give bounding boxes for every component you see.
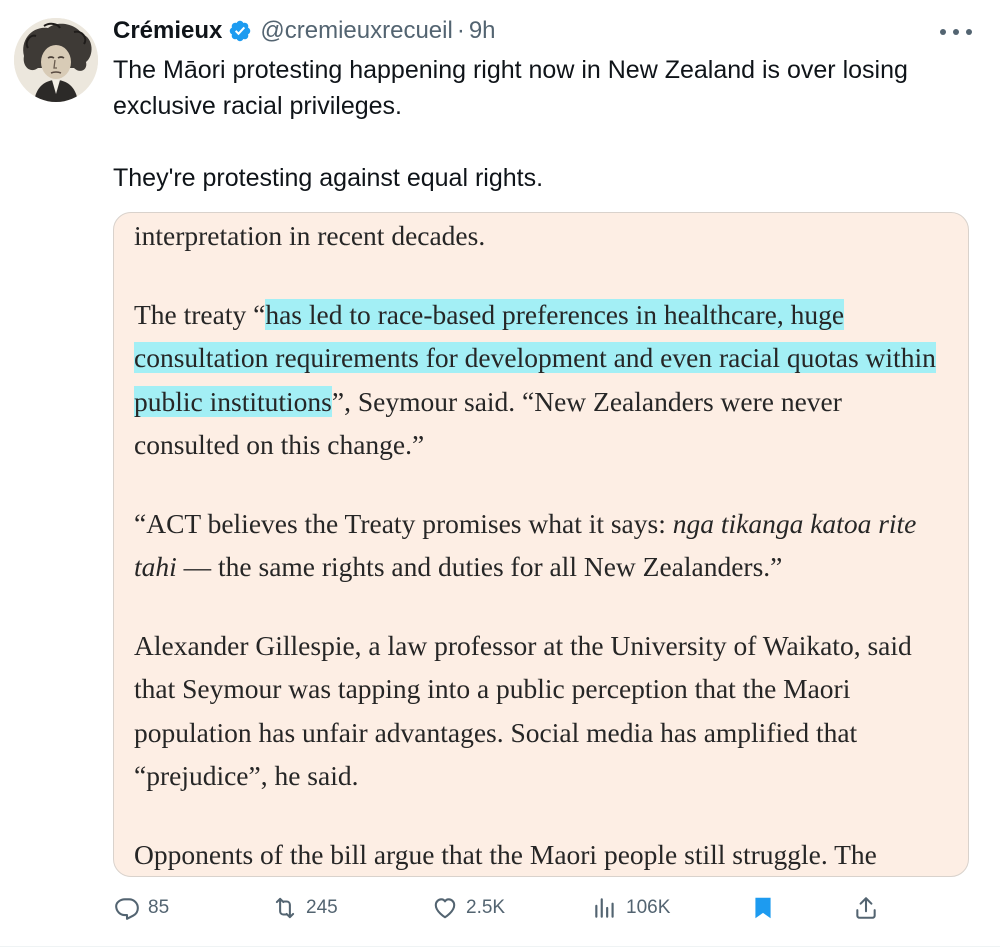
repost-count: 245 <box>306 897 338 918</box>
more-options-icon[interactable] <box>940 22 972 42</box>
like-count: 2.5K <box>466 897 506 918</box>
tweet-paragraph: The Māori protesting happening right now… <box>113 56 908 120</box>
article-paragraph: Alexander Gillespie, a law professor at … <box>134 629 912 792</box>
analytics-icon <box>595 898 614 918</box>
like-button[interactable]: 2.5K <box>432 890 505 926</box>
separator-dot: · <box>456 17 465 44</box>
reply-count: 85 <box>148 897 170 918</box>
tweet-text: The Māori protesting happening right now… <box>113 52 983 196</box>
tweet-header: Crémieux @cremieuxrecueil · 9h <box>113 13 496 49</box>
repost-icon <box>275 897 295 919</box>
views-count: 106K <box>626 897 671 918</box>
avatar[interactable] <box>14 18 98 102</box>
reply-button[interactable]: 85 <box>114 890 169 926</box>
action-bar: 85 245 2.5K 106K <box>0 890 1000 926</box>
article-paragraph: Opponents of the bill argue that the Mao… <box>134 838 877 870</box>
verified-badge-icon[interactable] <box>228 19 252 43</box>
timestamp[interactable]: 9h <box>469 17 496 45</box>
divider <box>0 946 1000 947</box>
share-button[interactable] <box>853 890 879 926</box>
bookmark-button[interactable] <box>750 890 776 926</box>
repost-button[interactable]: 245 <box>272 890 338 926</box>
share-icon <box>856 897 876 919</box>
tweet[interactable]: Crémieux @cremieuxrecueil · 9h The Māori… <box>0 0 1000 952</box>
views-button[interactable]: 106K <box>592 890 670 926</box>
article-paragraph: The treaty “has led to race-based prefer… <box>134 298 936 460</box>
tweet-paragraph: They're protesting against equal rights. <box>113 164 544 192</box>
reply-icon <box>115 898 139 920</box>
article-text: interpretation in recent decades. The tr… <box>134 213 954 876</box>
attached-image-article-excerpt[interactable]: interpretation in recent decades. The tr… <box>113 212 969 877</box>
bookmark-icon <box>755 897 771 919</box>
author-handle[interactable]: @cremieuxrecueil <box>260 17 452 45</box>
heart-icon <box>434 898 456 919</box>
article-paragraph: interpretation in recent decades. <box>134 220 486 251</box>
author-name[interactable]: Crémieux <box>113 17 222 45</box>
article-paragraph: “ACT believes the Treaty promises what i… <box>134 507 917 583</box>
avatar-image <box>14 18 98 102</box>
